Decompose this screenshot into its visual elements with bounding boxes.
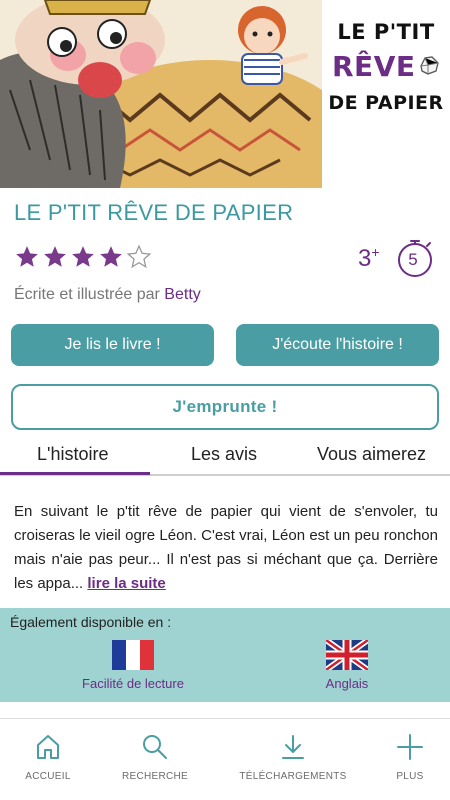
story-text: En suivant le p'tit rêve de papier qui v… <box>14 503 438 592</box>
listen-story-button[interactable]: J'écoute l'histoire ! <box>236 324 439 366</box>
star-empty-icon <box>126 244 152 269</box>
cover-title: LE P'TIT RÊVE DE PAPIER <box>322 10 450 188</box>
nav-more[interactable]: PLUS <box>355 733 450 782</box>
tab-recommendations[interactable]: Vous aimerez <box>317 444 426 465</box>
star-filled-icon <box>72 246 94 267</box>
search-icon <box>143 735 167 759</box>
also-available-panel: Également disponible en : Facilité de le… <box>0 608 450 702</box>
active-tab-indicator <box>0 472 150 475</box>
read-book-button[interactable]: Je lis le livre ! <box>11 324 214 366</box>
age-rating: 3+ <box>358 244 380 273</box>
nav-search[interactable]: RECHERCHE <box>100 733 210 782</box>
nav-home[interactable]: ACCUEIL <box>0 733 103 782</box>
cover-title-line2: RÊVE <box>332 50 416 83</box>
borrow-button[interactable]: J'emprunte ! <box>11 384 439 430</box>
author-line: Écrite et illustrée par Betty <box>14 286 201 304</box>
cover-title-line1: LE P'TIT <box>337 20 435 44</box>
nav-search-label: RECHERCHE <box>121 771 189 782</box>
cover-title-line3: DE PAPIER <box>328 92 444 114</box>
book-title: LE P'TIT RÊVE DE PAPIER <box>14 200 294 225</box>
paper-ball-icon <box>420 56 439 75</box>
easy-reading-label: Facilité de lecture <box>82 676 184 691</box>
nav-downloads[interactable]: TÉLÉCHARGEMENTS <box>238 733 348 782</box>
author-name[interactable]: Betty <box>164 286 200 303</box>
english-version[interactable]: Anglais <box>267 640 427 691</box>
plus-icon <box>397 734 423 760</box>
rating-stars <box>14 244 152 270</box>
star-filled-icon <box>44 246 66 267</box>
cover-illustration <box>0 0 322 188</box>
english-label: Anglais <box>325 676 369 691</box>
home-icon <box>37 735 59 759</box>
download-icon <box>282 735 304 759</box>
book-cover: LE P'TIT RÊVE DE PAPIER <box>0 0 450 188</box>
also-available-label: Également disponible en : <box>10 614 172 630</box>
author-prefix: Écrite et illustrée par <box>14 286 160 303</box>
star-filled-icon <box>100 246 122 267</box>
tab-story[interactable]: L'histoire <box>37 444 108 465</box>
france-flag-icon <box>112 640 154 670</box>
age-suffix: + <box>371 244 380 260</box>
story-summary: En suivant le p'tit rêve de papier qui v… <box>14 500 438 596</box>
nav-more-label: PLUS <box>396 771 424 782</box>
reading-duration: 5 <box>408 250 418 269</box>
tab-reviews[interactable]: Les avis <box>191 444 257 465</box>
easy-reading-version[interactable]: Facilité de lecture <box>53 640 213 691</box>
nav-downloads-label: TÉLÉCHARGEMENTS <box>239 771 347 782</box>
star-filled-icon <box>16 246 38 267</box>
uk-flag-icon <box>326 640 368 670</box>
tab-bar: L'histoire Les avis Vous aimerez <box>0 440 450 476</box>
bottom-nav: ACCUEIL RECHERCHE TÉLÉCHARGEMENTS PLUS <box>0 718 450 800</box>
nav-home-label: ACCUEIL <box>25 771 71 782</box>
read-more-link[interactable]: lire la suite <box>87 575 165 592</box>
age-value: 3 <box>358 245 372 272</box>
